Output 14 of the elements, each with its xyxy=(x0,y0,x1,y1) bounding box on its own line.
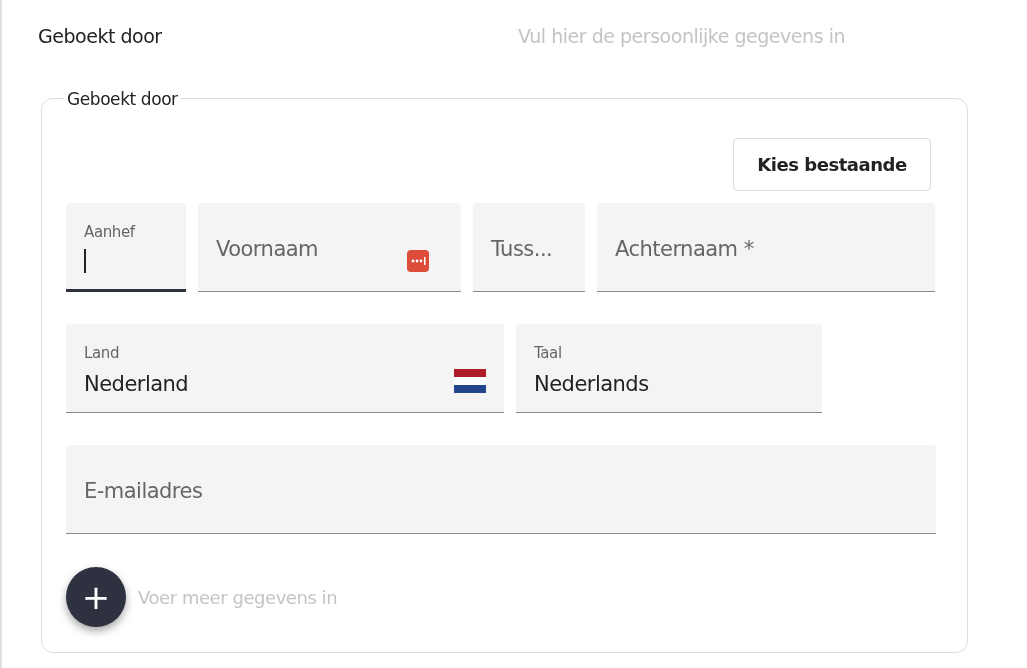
input-field[interactable]: Achternaam * xyxy=(597,203,935,292)
flag-icon xyxy=(454,369,486,393)
section-hint: Vul hier de persoonlijke gegevens in xyxy=(518,23,845,49)
input-field[interactable]: Voornaam xyxy=(198,203,461,292)
input-field[interactable]: E-mailadres xyxy=(66,445,936,534)
add-button[interactable]: + xyxy=(66,567,126,627)
add-more-hint: Voer meer gegevens in xyxy=(138,585,338,610)
input-field[interactable]: Land Nederland xyxy=(66,324,504,413)
section-title: Geboekt door xyxy=(38,23,163,49)
password-manager-icon[interactable] xyxy=(407,250,429,272)
choose-existing-button[interactable]: Kies bestaande xyxy=(733,138,931,191)
input-field[interactable]: Aanhef xyxy=(66,203,186,292)
input-field[interactable]: Tuss... xyxy=(473,203,585,292)
input-field[interactable]: Taal Nederlands xyxy=(516,324,822,413)
